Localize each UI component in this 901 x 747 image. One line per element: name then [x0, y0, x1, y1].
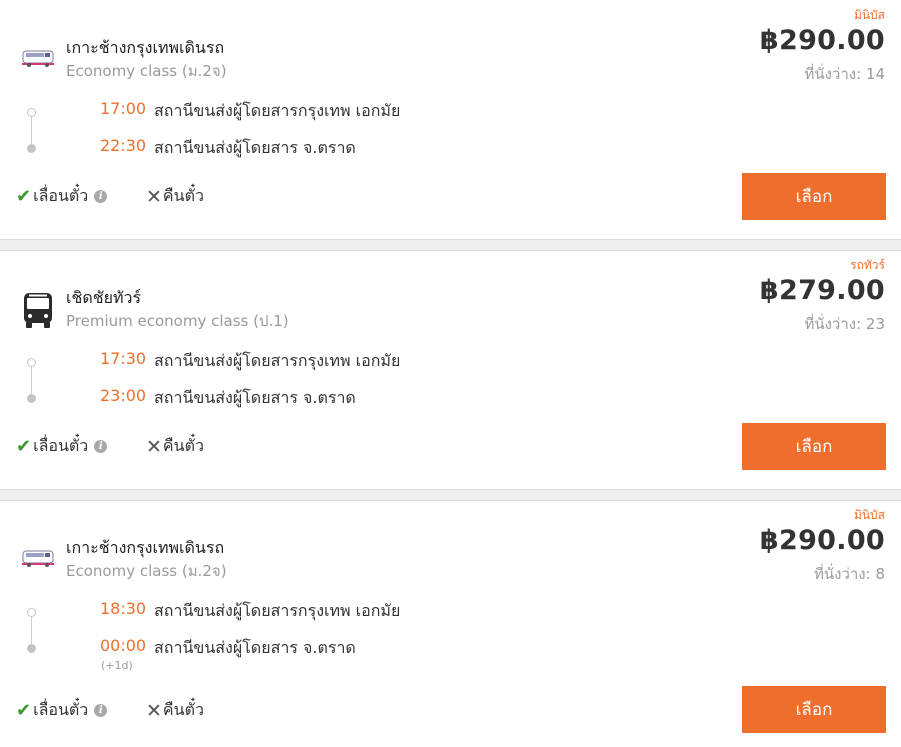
info-icon[interactable]: i — [94, 190, 108, 203]
bus-class: Premium economy class (ป.1) — [66, 312, 289, 330]
reschedule-feature: ✔ เลื่อนตั๋ว i — [16, 184, 108, 209]
refund-label: คืนตั๋ว — [162, 700, 204, 719]
price: ฿290.00 — [759, 25, 885, 56]
bus-class: Economy class (ม.2จ) — [66, 562, 227, 580]
arrival-station: สถานีขนส่งผู้โดยสาร จ.ตราด — [154, 388, 356, 407]
departure-time: 18:30 — [100, 599, 147, 618]
refund-feature: ✕ คืนตั๋ว — [146, 184, 204, 209]
arrival-station: สถานีขนส่งผู้โดยสาร จ.ตราด — [154, 638, 356, 657]
reschedule-feature: ✔ เลื่อนตั๋ว i — [16, 434, 108, 459]
destination-dot — [27, 394, 36, 403]
select-button[interactable]: เลือก — [742, 173, 886, 220]
destination-dot — [27, 644, 36, 653]
reschedule-label: เลื่อนตั๋ว — [33, 436, 89, 455]
close-icon: ✕ — [146, 435, 162, 458]
refund-label: คืนตั๋ว — [162, 436, 204, 455]
select-button[interactable]: เลือก — [742, 423, 886, 470]
reschedule-label: เลื่อนตั๋ว — [33, 186, 89, 205]
reschedule-label: เลื่อนตั๋ว — [33, 700, 89, 719]
price: ฿290.00 — [759, 525, 885, 556]
refund-feature: ✕ คืนตั๋ว — [146, 698, 204, 723]
departure-station: สถานีขนส่งผู้โดยสารกรุงเทพ เอกมัย — [154, 601, 401, 620]
origin-dot — [27, 358, 36, 367]
trip-card: มินิบัส เกาะช้างกรุงเทพเดินรถ Economy cl… — [0, 500, 901, 747]
check-icon: ✔ — [16, 700, 32, 721]
bus-icon — [24, 293, 52, 328]
trip-list: มินิบัส เกาะช้างกรุงเทพเดินรถ Economy cl… — [0, 0, 901, 747]
check-icon: ✔ — [16, 436, 32, 457]
operator-name: เกาะช้างกรุงเทพเดินรถ — [66, 38, 225, 57]
vehicle-type-tag: รถทัวร์ — [850, 258, 885, 272]
close-icon: ✕ — [146, 699, 162, 722]
check-icon: ✔ — [16, 186, 32, 207]
departure-time: 17:00 — [100, 99, 147, 118]
next-day-indicator: (+1d) — [101, 659, 133, 672]
trip-card: รถทัวร์ เชิดชัยทัวร์ Premium economy cla… — [0, 250, 901, 490]
arrival-time: 22:30 — [100, 136, 147, 155]
select-button[interactable]: เลือก — [742, 686, 886, 733]
info-icon[interactable]: i — [94, 704, 108, 717]
refund-label: คืนตั๋ว — [162, 186, 204, 205]
destination-dot — [27, 144, 36, 153]
reschedule-feature: ✔ เลื่อนตั๋ว i — [16, 698, 108, 723]
vehicle-type-tag: มินิบัส — [853, 8, 885, 22]
departure-time: 17:30 — [100, 349, 147, 368]
close-icon: ✕ — [146, 185, 162, 208]
operator-name: เชิดชัยทัวร์ — [66, 288, 142, 307]
price: ฿279.00 — [759, 275, 885, 306]
seats-available: ที่นั่งว่าง: 23 — [804, 315, 885, 333]
minibus-company-logo — [22, 50, 54, 67]
seats-available: ที่นั่งว่าง: 14 — [804, 65, 885, 83]
origin-dot — [27, 608, 36, 617]
refund-feature: ✕ คืนตั๋ว — [146, 434, 204, 459]
info-icon[interactable]: i — [94, 440, 108, 453]
trip-card: มินิบัส เกาะช้างกรุงเทพเดินรถ Economy cl… — [0, 0, 901, 240]
seats-available: ที่นั่งว่าง: 8 — [813, 565, 885, 583]
minibus-company-logo — [22, 550, 54, 567]
departure-station: สถานีขนส่งผู้โดยสารกรุงเทพ เอกมัย — [154, 351, 401, 370]
arrival-station: สถานีขนส่งผู้โดยสาร จ.ตราด — [154, 138, 356, 157]
operator-name: เกาะช้างกรุงเทพเดินรถ — [66, 538, 225, 557]
arrival-time: 00:00 — [100, 636, 147, 655]
bus-class: Economy class (ม.2จ) — [66, 62, 227, 80]
vehicle-type-tag: มินิบัส — [853, 508, 885, 522]
origin-dot — [27, 108, 36, 117]
arrival-time: 23:00 — [100, 386, 147, 405]
departure-station: สถานีขนส่งผู้โดยสารกรุงเทพ เอกมัย — [154, 101, 401, 120]
